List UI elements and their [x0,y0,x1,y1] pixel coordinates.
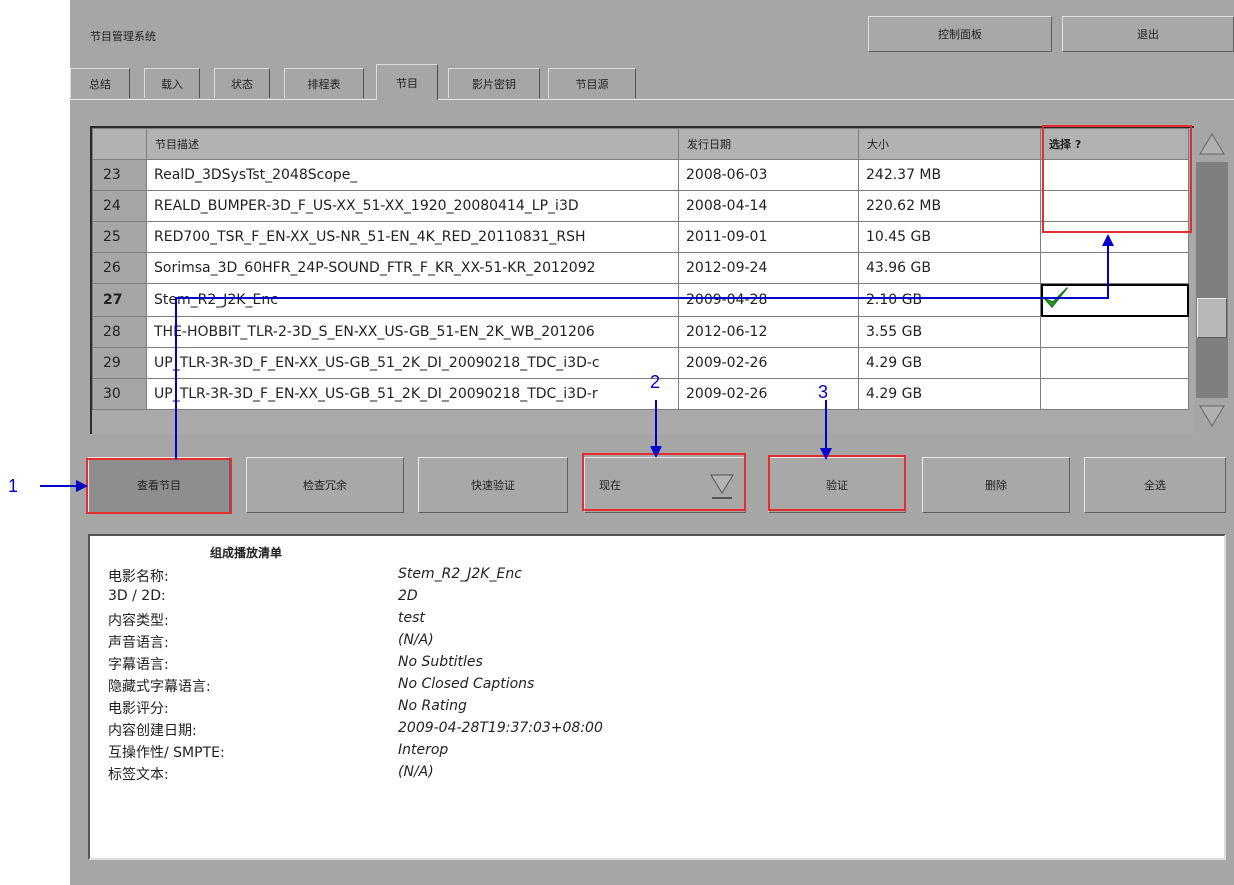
arrowhead-3 [820,448,832,460]
connector-arrow [175,242,1109,460]
arrowhead-up [1102,234,1114,246]
arrowhead-1 [76,480,88,492]
annotation-arrows [40,234,1114,492]
arrowhead-2 [650,446,662,458]
callout-1: 1 [8,476,19,496]
callout-3: 3 [818,382,829,402]
callout-2: 2 [650,372,661,392]
